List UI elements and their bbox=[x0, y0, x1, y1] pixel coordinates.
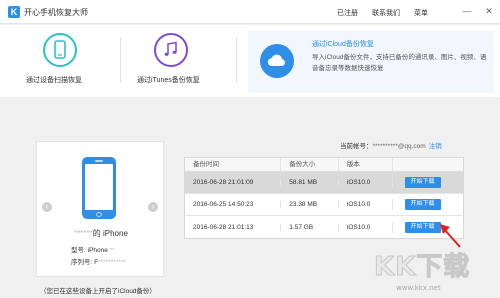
table-row[interactable]: 2016-06-28 21:01:13 1.57 GB iOS10.0 开始下载 bbox=[185, 216, 463, 238]
backup-time: 2016-06-28 21:01:09 bbox=[193, 179, 254, 186]
backup-version: iOS10.0 bbox=[337, 179, 392, 186]
account-value: **********@qq.com bbox=[372, 143, 426, 150]
action-cell: 开始下载 bbox=[391, 199, 463, 210]
device-model: 型号: iPhone ** bbox=[71, 244, 115, 254]
device-serial: 序列号: F*********** bbox=[71, 256, 126, 266]
backup-size: 1.57 GB bbox=[280, 223, 338, 231]
contact-us-link[interactable]: 联系我们 bbox=[372, 8, 400, 18]
table-header: 备份时间 备份大小 版本 bbox=[185, 158, 463, 172]
header-backup-size: 备份大小 bbox=[280, 158, 338, 171]
account-info: 当前帐号：**********@qq.com 注销 bbox=[340, 140, 442, 150]
recovery-mode-bar: 通过设备扫描恢复 通过iTunes备份恢复 通过iCloud备份恢复 导入iCl… bbox=[0, 25, 500, 97]
watermark: KK下载 www.kkx.net bbox=[373, 246, 496, 296]
prev-device-button[interactable]: ‹ bbox=[42, 202, 52, 212]
backup-version: iOS10.0 bbox=[337, 201, 392, 208]
mode-device-scan[interactable]: 通过设备扫描恢复 bbox=[0, 25, 120, 97]
device-name-blurred: ****** bbox=[74, 229, 93, 238]
minimize-button[interactable]: — bbox=[462, 5, 472, 17]
start-download-button[interactable]: 开始下载 bbox=[404, 177, 441, 188]
serial-value-blurred: *********** bbox=[98, 259, 126, 266]
header-action bbox=[391, 158, 463, 171]
mode-itunes-backup-label: 通过iTunes备份恢复 bbox=[137, 77, 200, 84]
table-row[interactable]: 2016-06-28 21:01:09 58.81 MB iOS10.0 开始下… bbox=[185, 172, 463, 194]
watermark-logo: KK下载 bbox=[373, 252, 471, 283]
divider bbox=[236, 37, 237, 83]
mode-device-scan-label: 通过设备扫描恢复 bbox=[26, 77, 82, 84]
header-backup-time: 备份时间 bbox=[193, 161, 219, 168]
backup-version: iOS10.0 bbox=[337, 223, 392, 231]
iphone-illustration bbox=[82, 157, 116, 219]
cloud-icon bbox=[260, 44, 294, 78]
device-name-text: 的 iPhone bbox=[92, 229, 128, 238]
mode-icloud-backup-description: 导入iCloud备份文件，支持已备份的通讯录、图片、视频、语音备忘录等数据快速恢… bbox=[312, 54, 487, 72]
device-card: ‹ › ******的 iPhone 型号: iPhone ** 序列号: F*… bbox=[36, 141, 164, 277]
backup-size: 23.38 MB bbox=[280, 201, 338, 208]
close-button[interactable]: ✕ bbox=[484, 5, 494, 17]
table-row[interactable]: 2016-06-25 14:50:23 23.38 MB iOS10.0 开始下… bbox=[185, 194, 463, 216]
model-value: iPhone bbox=[87, 247, 108, 254]
header-version: 版本 bbox=[337, 158, 392, 171]
model-label: 型号: bbox=[71, 247, 86, 254]
mode-icloud-backup-label: 通过iCloud备份恢复 bbox=[312, 41, 374, 48]
start-download-button[interactable]: 开始下载 bbox=[404, 221, 441, 233]
registered-link[interactable]: 已注册 bbox=[337, 8, 358, 18]
watermark-url: www.kkx.net bbox=[396, 284, 441, 292]
next-device-button[interactable]: › bbox=[148, 202, 158, 212]
account-label: 当前帐号： bbox=[340, 143, 373, 150]
app-title: 开心手机恢复大师 bbox=[24, 8, 88, 17]
start-download-button[interactable]: 开始下载 bbox=[404, 199, 441, 210]
icloud-devices-note: （您已在这些设备上开启了iCloud备份） bbox=[40, 288, 156, 295]
menu-link[interactable]: 菜单 bbox=[414, 8, 428, 18]
phone-screen bbox=[85, 164, 113, 210]
phone-icon bbox=[43, 33, 77, 67]
serial-label: 序列号: bbox=[71, 259, 93, 266]
phone-home-button bbox=[96, 212, 102, 217]
music-note-icon bbox=[154, 33, 188, 67]
phone-speaker bbox=[95, 160, 103, 162]
mode-itunes-backup[interactable]: 通过iTunes备份恢复 bbox=[121, 25, 236, 97]
backup-table: 备份时间 备份大小 版本 2016-06-28 21:01:09 58.81 M… bbox=[184, 157, 464, 239]
device-name: ******的 iPhone bbox=[37, 228, 165, 239]
logout-link[interactable]: 注销 bbox=[429, 143, 442, 150]
action-cell: 开始下载 bbox=[391, 177, 463, 188]
model-value-blurred: ** bbox=[109, 247, 115, 254]
titlebar-links: 已注册 联系我们 菜单 bbox=[337, 8, 428, 18]
backup-size: 58.81 MB bbox=[280, 179, 338, 186]
backup-time: 2016-06-28 21:01:13 bbox=[193, 223, 254, 231]
window-controls: — ✕ bbox=[462, 5, 494, 17]
backup-time: 2016-06-25 14:50:23 bbox=[193, 201, 254, 208]
app-logo: K bbox=[8, 6, 20, 18]
title-bar: K 开心手机恢复大师 已注册 联系我们 菜单 — ✕ bbox=[0, 0, 500, 24]
